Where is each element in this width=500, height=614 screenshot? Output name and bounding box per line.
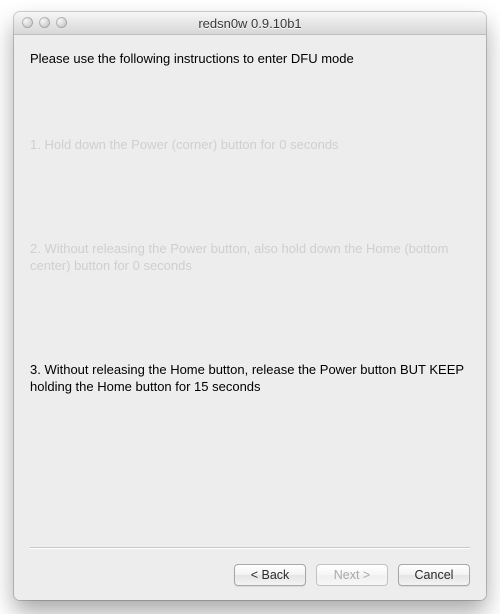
minimize-icon[interactable] xyxy=(39,17,50,28)
cancel-button[interactable]: Cancel xyxy=(398,564,470,586)
traffic-lights xyxy=(22,17,67,28)
dfu-step-1: 1. Hold down the Power (corner) button f… xyxy=(30,136,470,154)
back-button[interactable]: < Back xyxy=(234,564,306,586)
zoom-icon[interactable] xyxy=(56,17,67,28)
dfu-step-2: 2. Without releasing the Power button, a… xyxy=(30,240,470,275)
next-button: Next > xyxy=(316,564,388,586)
window-title: redsn0w 0.9.10b1 xyxy=(198,16,301,31)
content-area: Please use the following instructions to… xyxy=(14,35,486,600)
separator xyxy=(30,547,470,548)
instructions-heading: Please use the following instructions to… xyxy=(30,51,470,66)
dfu-step-3: 3. Without releasing the Home button, re… xyxy=(30,361,470,396)
button-row: < Back Next > Cancel xyxy=(234,564,470,586)
titlebar[interactable]: redsn0w 0.9.10b1 xyxy=(14,12,486,35)
close-icon[interactable] xyxy=(22,17,33,28)
app-window: redsn0w 0.9.10b1 Please use the followin… xyxy=(14,12,486,600)
